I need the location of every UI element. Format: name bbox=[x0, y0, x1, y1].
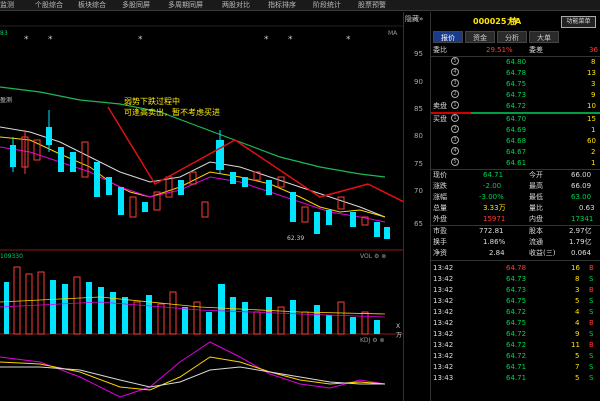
stock-header: 000025 特 力A 功能菜单 bbox=[431, 14, 600, 28]
menu-item-sector-overview[interactable]: 板块综合 bbox=[78, 0, 106, 11]
stat-row: 涨跌 -2.00 最高 66.09 bbox=[433, 182, 592, 190]
price-tick: 90 bbox=[414, 78, 423, 86]
level-circle: 5 bbox=[451, 57, 459, 65]
level-circle: 2 bbox=[451, 125, 459, 133]
kdj-lines bbox=[0, 341, 386, 398]
kdj-indicator-label[interactable]: KDJ ⚙ ⊗ bbox=[360, 337, 385, 344]
tick-row: 13:42 64.72 9 S bbox=[433, 330, 594, 338]
menu-item-multi-stock[interactable]: 多股同屏 bbox=[122, 0, 150, 11]
kline-chart-area[interactable]: * * * * * * 弱势下跌过程中 可逢高卖出，暂不考虑买进 62.39 8… bbox=[0, 12, 403, 401]
tick-row: 13:42 64.73 8 S bbox=[433, 275, 594, 283]
volume-unit-label: X万 bbox=[396, 323, 403, 339]
svg-text:*: * bbox=[346, 35, 351, 45]
chart-annotation: 弱势下跌过程中 可逢高卖出，暂不考虑买进 bbox=[124, 97, 220, 117]
menu-item-compare[interactable]: 两股对比 bbox=[222, 0, 250, 11]
tick-row: 13:42 64.72 4 S bbox=[433, 308, 594, 316]
hide-panel-button[interactable]: 隐藏» bbox=[405, 14, 423, 24]
kline-chart-svg: * * * * * * bbox=[0, 25, 403, 398]
ma-line-yellow bbox=[0, 136, 386, 218]
menu-item-multi-period[interactable]: 多周期同屏 bbox=[168, 0, 203, 11]
tick-row: 13:42 64.71 7 S bbox=[433, 363, 594, 371]
stat-row: 净资 2.84 收益(三) 0.064 bbox=[433, 249, 592, 257]
trend-arrows bbox=[107, 106, 403, 203]
stat-row: 现价 64.71 今开 66.00 bbox=[433, 171, 592, 179]
candles bbox=[10, 110, 390, 239]
buy-level-5: 5 64.61 1 bbox=[431, 158, 600, 168]
tab-big-orders[interactable]: 大单 bbox=[529, 31, 559, 43]
tick-row: 13:43 64.71 5 S bbox=[433, 374, 594, 382]
weibi-row: 委比 29.51% 委差 36 bbox=[431, 45, 600, 55]
chart-left-label-top: 83 bbox=[0, 30, 8, 37]
sell-level-1: 卖盘 1 64.72 10 bbox=[433, 101, 596, 110]
level-circle: 5 bbox=[451, 158, 459, 166]
level-circle: 4 bbox=[451, 147, 459, 155]
menu-item-stage-stats[interactable]: 阶段统计 bbox=[313, 0, 341, 11]
price-tick: 70 bbox=[414, 187, 423, 195]
weicha-value: 36 bbox=[589, 46, 598, 54]
tick-row: 13:42 64.72 11 B bbox=[433, 341, 594, 349]
buy-level-2: 2 64.69 1 bbox=[431, 125, 600, 135]
tab-quote[interactable]: 报价 bbox=[433, 31, 463, 43]
chart-left-label-mid: 盈测 bbox=[0, 97, 13, 104]
star-markers: * * * * * * bbox=[24, 35, 351, 45]
stat-row: 换手 1.86% 流通 1.79亿 bbox=[433, 238, 592, 246]
price-tick: 85 bbox=[414, 105, 423, 113]
sell-level-3: 3 64.75 3 bbox=[431, 79, 600, 89]
ma-label: MA bbox=[388, 30, 398, 37]
price-tick: 65 bbox=[414, 220, 423, 228]
tab-funds[interactable]: 资金 bbox=[465, 31, 495, 43]
tick-row: 13:42 64.75 5 S bbox=[433, 297, 594, 305]
level-circle: 1 bbox=[451, 101, 459, 109]
sell-level-4: 4 64.78 13 bbox=[431, 68, 600, 78]
svg-text:*: * bbox=[288, 35, 293, 45]
stat-row: 涨幅 -3.00% 最低 63.00 bbox=[433, 193, 592, 201]
tick-row: 13:42 64.78 16 B bbox=[433, 264, 594, 272]
menu-item-alert[interactable]: 股票预警 bbox=[358, 0, 386, 11]
stat-row: 市盈 772.81 股本 2.97亿 bbox=[433, 227, 592, 235]
menu-item-monitor[interactable]: 监测 bbox=[0, 0, 14, 11]
buy-level-1: 买盘 1 64.70 15 bbox=[433, 114, 596, 123]
buy-level-3: 3 64.68 60 bbox=[431, 136, 600, 146]
svg-text:*: * bbox=[48, 35, 53, 45]
volume-left-label: 109330 bbox=[0, 253, 23, 260]
top-menu-bar: 监测 个股综合 板块综合 多股同屏 多周期同屏 两股对比 指标排序 阶段统计 股… bbox=[0, 0, 600, 11]
level-circle: 3 bbox=[451, 136, 459, 144]
menu-item-indicator-sort[interactable]: 指标排序 bbox=[268, 0, 296, 11]
stat-row: 总量 3.33万 量比 0.63 bbox=[433, 204, 595, 212]
level-circle: 1 bbox=[451, 114, 459, 122]
vol-indicator-label[interactable]: VOL ⚙ ⊗ bbox=[360, 253, 386, 260]
weibi-value: 29.51% bbox=[486, 46, 513, 54]
svg-text:*: * bbox=[24, 35, 29, 45]
quote-panel: 隐藏» 000025 特 力A 功能菜单 报价 资金 分析 大单 委比 29.5… bbox=[405, 12, 600, 401]
sell-level-5: 5 64.80 8 bbox=[431, 57, 600, 67]
svg-text:*: * bbox=[264, 35, 269, 45]
tick-row: 13:42 64.72 5 S bbox=[433, 352, 594, 360]
menu-item-stock-overview[interactable]: 个股综合 bbox=[35, 0, 63, 11]
volume-bars bbox=[4, 266, 380, 335]
price-tick: 80 bbox=[414, 132, 423, 140]
level-circle: 2 bbox=[451, 90, 459, 98]
stock-name: 力A bbox=[507, 17, 522, 26]
level-circle: 4 bbox=[451, 68, 459, 76]
stat-row: 外盘 15971 内盘 17341 bbox=[433, 215, 594, 223]
panel-tabs: 报价 资金 分析 大单 bbox=[431, 31, 600, 43]
price-axis: 95 90 85 80 75 70 65 bbox=[403, 12, 430, 401]
low-price-label: 62.39 bbox=[287, 235, 305, 242]
buy-level-4: 4 64.67 2 bbox=[431, 147, 600, 157]
weibi-label: 委比 bbox=[433, 46, 447, 54]
function-menu-button[interactable]: 功能菜单 bbox=[561, 16, 596, 28]
svg-text:*: * bbox=[138, 35, 143, 45]
price-tick: 75 bbox=[414, 160, 423, 168]
tick-row: 13:42 64.73 3 B bbox=[433, 286, 594, 294]
price-tick: 95 bbox=[414, 50, 423, 58]
tab-analysis[interactable]: 分析 bbox=[497, 31, 527, 43]
level-circle: 3 bbox=[451, 79, 459, 87]
weicha-label: 委差 bbox=[529, 46, 543, 54]
sell-level-2: 2 64.73 9 bbox=[431, 90, 600, 100]
tick-row: 13:42 64.75 4 B bbox=[433, 319, 594, 327]
